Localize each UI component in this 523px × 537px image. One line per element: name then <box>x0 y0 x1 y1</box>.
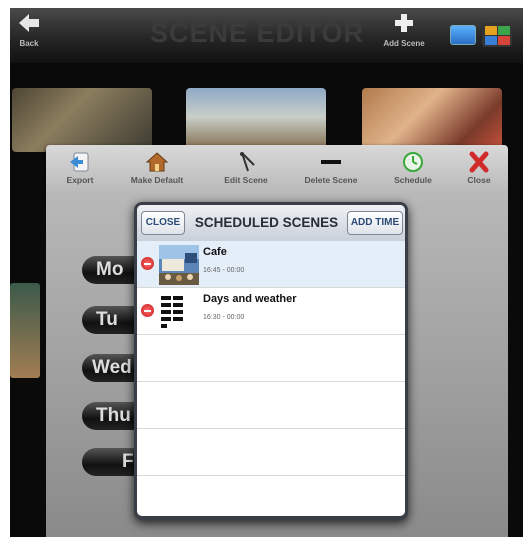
scene-thumbnail[interactable] <box>186 88 326 152</box>
close-toolbar-button[interactable]: Close <box>462 151 496 185</box>
close-button[interactable]: CLOSE <box>141 211 185 235</box>
house-icon <box>145 152 169 172</box>
scene-thumbnail[interactable] <box>10 283 40 378</box>
compass-icon <box>240 152 255 172</box>
empty-row <box>137 335 405 382</box>
scene-thumbnail[interactable] <box>12 88 152 152</box>
edit-scene-button[interactable]: Edit Scene <box>218 151 274 185</box>
delete-scene-button[interactable]: Delete Scene <box>298 151 364 185</box>
scene-time: 16:30 - 00:00 <box>203 314 245 321</box>
add-scene-label: Add Scene <box>383 39 425 48</box>
export-button[interactable]: Export <box>60 151 100 185</box>
scene-thumbnail[interactable] <box>362 88 502 152</box>
scene-toolbar: Export Make Default Edit Scene Delete Sc… <box>46 145 508 200</box>
app-screen: Back SCENE EDITOR Add Scene Export Make … <box>10 8 523 537</box>
back-button[interactable]: Back <box>12 12 46 48</box>
close-icon <box>469 151 489 173</box>
popover-header: CLOSE SCHEDULED SCENES ADD TIME <box>137 205 405 242</box>
top-bar: Back SCENE EDITOR Add Scene <box>10 8 523 63</box>
scene-name: Days and weather <box>203 293 297 305</box>
tool-label: Delete Scene <box>304 175 358 185</box>
scheduled-scenes-popover: CLOSE SCHEDULED SCENES ADD TIME Cafe 16:… <box>134 202 408 520</box>
make-default-button[interactable]: Make Default <box>124 151 190 185</box>
grid-view-icon[interactable] <box>482 23 512 47</box>
schedule-button[interactable]: Schedule <box>388 151 438 185</box>
clock-icon <box>403 152 423 172</box>
minus-icon <box>321 160 341 164</box>
empty-row <box>137 382 405 429</box>
tool-label: Close <box>467 175 491 185</box>
export-icon <box>70 152 89 172</box>
scene-time: 16:45 - 00:00 <box>203 267 245 274</box>
popover-content: CLOSE SCHEDULED SCENES ADD TIME Cafe 16:… <box>137 205 405 516</box>
delete-icon[interactable] <box>141 257 154 270</box>
days-weather-thumbnail-icon <box>161 296 183 328</box>
back-arrow-icon <box>19 14 39 32</box>
scene-row[interactable]: Cafe 16:45 - 00:00 <box>137 241 405 288</box>
single-view-icon[interactable] <box>450 25 476 45</box>
back-label: Back <box>19 39 39 48</box>
scene-name: Cafe <box>203 246 227 258</box>
tool-label: Export <box>66 175 94 185</box>
add-scene-button[interactable]: Add Scene <box>376 12 432 48</box>
add-time-button[interactable]: ADD TIME <box>347 211 403 235</box>
tool-label: Schedule <box>394 175 432 185</box>
empty-row <box>137 476 405 516</box>
tool-label: Edit Scene <box>224 175 268 185</box>
tool-label: Make Default <box>130 175 184 185</box>
plus-icon <box>395 14 413 32</box>
empty-row <box>137 429 405 476</box>
popover-title: SCHEDULED SCENES <box>194 215 339 230</box>
delete-icon[interactable] <box>141 304 154 317</box>
cafe-thumbnail-icon <box>159 245 199 285</box>
scene-row[interactable]: Days and weather 16:30 - 00:00 <box>137 288 405 335</box>
page-title: SCENE EDITOR <box>150 18 365 48</box>
